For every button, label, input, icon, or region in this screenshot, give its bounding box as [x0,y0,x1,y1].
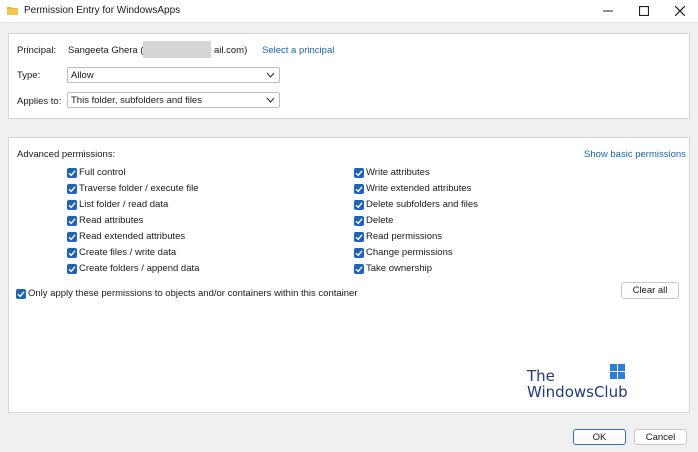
permission-checkbox[interactable] [67,232,77,242]
permission-checkbox[interactable] [67,184,77,194]
check-icon [17,291,25,298]
minimize-icon [603,10,613,12]
maximize-icon [639,6,649,16]
redacted-email [143,41,211,58]
check-icon [355,266,363,273]
maximize-button[interactable] [626,0,662,22]
permission-checkbox[interactable] [354,200,364,210]
advanced-permissions-heading: Advanced permissions: [17,149,116,160]
permission-label: Delete subfolders and files [366,199,478,210]
chevron-down-icon [266,97,275,103]
watermark-line2: WindowsClub [527,383,628,401]
permission-label: Write attributes [366,167,430,178]
permission-checkbox[interactable] [354,216,364,226]
check-icon [68,234,76,241]
permission-checkbox[interactable] [67,168,77,178]
principal-panel: Principal: Sangeeta Ghera (s ail.com) Se… [8,33,690,119]
check-icon [355,170,363,177]
check-icon [355,218,363,225]
permission-checkbox[interactable] [354,232,364,242]
title-bar: Permission Entry for WindowsApps [0,0,698,23]
permission-label: Traverse folder / execute file [79,183,199,194]
principal-label: Principal: [17,45,57,56]
applies-to-select[interactable]: This folder, subfolders and files [67,92,280,108]
permission-label: Write extended attributes [366,183,472,194]
applies-to-value: This folder, subfolders and files [71,95,202,106]
check-icon [68,266,76,273]
check-icon [355,234,363,241]
permission-label: Delete [366,215,394,226]
permission-checkbox[interactable] [354,248,364,258]
permission-label: Create files / write data [79,247,177,258]
clear-all-button[interactable]: Clear all [621,282,679,299]
check-icon [68,170,76,177]
permission-label: Read permissions [366,231,443,242]
permission-label: Full control [79,167,126,178]
principal-suffix: ail.com) [214,45,248,56]
permission-checkbox[interactable] [67,264,77,274]
check-icon [68,186,76,193]
type-value: Allow [71,70,94,81]
check-icon [355,202,363,209]
permission-checkbox[interactable] [354,264,364,274]
permission-label: Read attributes [79,215,144,226]
check-icon [68,202,76,209]
permission-checkbox[interactable] [354,168,364,178]
close-button[interactable] [662,0,698,22]
close-icon [675,6,685,16]
permission-checkbox[interactable] [354,184,364,194]
only-apply-checkbox[interactable] [16,289,26,299]
cancel-button[interactable]: Cancel [634,429,687,445]
check-icon [68,250,76,257]
permission-checkbox[interactable] [67,216,77,226]
permission-checkbox[interactable] [67,248,77,258]
permission-checkbox[interactable] [67,200,77,210]
window-title: Permission Entry for WindowsApps [24,5,181,16]
applies-to-label: Applies to: [17,96,62,107]
chevron-down-icon [266,72,275,78]
permission-label: Take ownership [366,263,433,274]
only-apply-label: Only apply these permissions to objects … [28,288,358,299]
type-select[interactable]: Allow [67,67,280,83]
permission-label: Read extended attributes [79,231,186,242]
advanced-permissions-panel: Advanced permissions: Show basic permiss… [8,137,690,413]
check-icon [355,186,363,193]
select-principal-link[interactable]: Select a principal [262,45,334,56]
permission-label: Change permissions [366,247,453,258]
folder-icon [7,7,18,15]
check-icon [68,218,76,225]
check-icon [355,250,363,257]
permission-label: Create folders / append data [79,263,200,274]
principal-name: Sangeeta Ghera (s [68,45,149,56]
ok-button[interactable]: OK [573,429,626,445]
minimize-button[interactable] [590,0,626,22]
type-label: Type: [17,70,41,81]
windowsclub-logo-icon [610,364,625,379]
show-basic-permissions-link[interactable]: Show basic permissions [584,149,686,160]
permission-label: List folder / read data [79,199,169,210]
